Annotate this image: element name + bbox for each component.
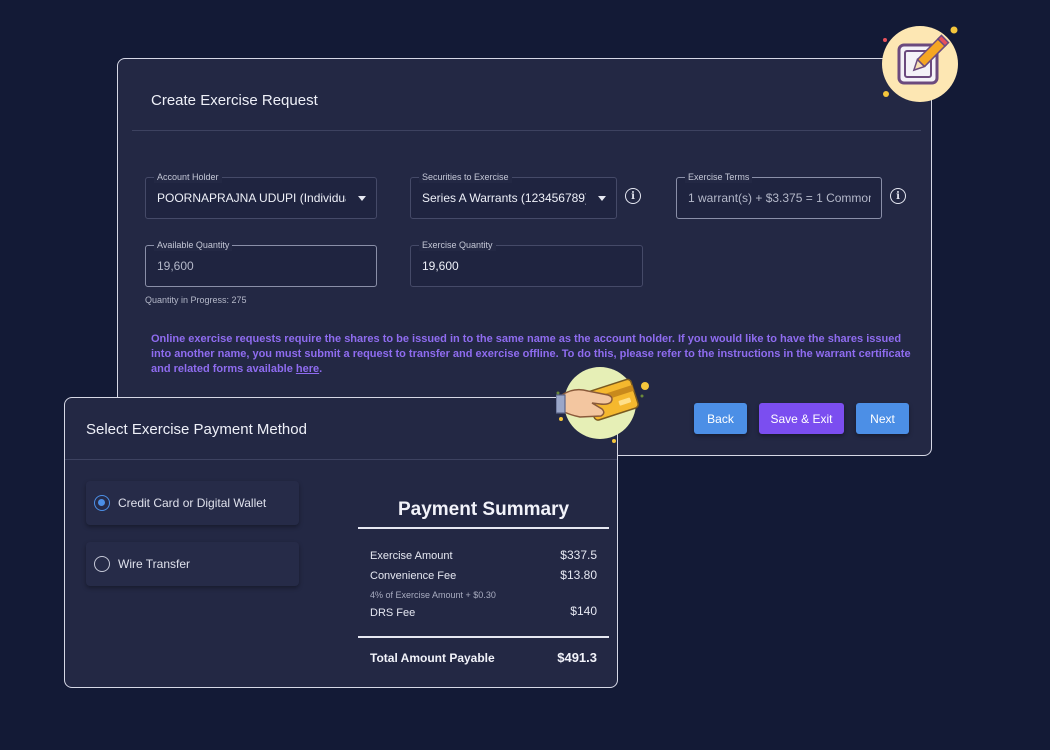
notice-end: . (319, 363, 323, 375)
exercise-amount-label: Exercise Amount (370, 550, 453, 562)
info-icon[interactable]: i (625, 188, 641, 204)
total-amount-label: Total Amount Payable (370, 651, 495, 665)
instructions-link[interactable]: here (296, 363, 319, 375)
exercise-quantity-value: 19,600 (422, 259, 459, 273)
payment-summary-title: Payment Summary (397, 499, 570, 520)
summary-top-divider (358, 527, 609, 529)
convenience-fee-note: 4% of Exercise Amount + $0.30 (370, 590, 496, 600)
chevron-down-icon (358, 196, 366, 201)
offline-exercise-notice: Online exercise requests require the sha… (151, 332, 911, 377)
payment-option-credit-card[interactable]: Credit Card or Digital Wallet (86, 481, 299, 525)
pencil-note-icon (880, 24, 960, 104)
payment-option-wire-transfer[interactable]: Wire Transfer (86, 542, 299, 586)
quantity-in-progress: Quantity in Progress: 275 (145, 295, 247, 305)
save-exit-button[interactable]: Save & Exit (759, 403, 844, 434)
back-button[interactable]: Back (694, 403, 747, 434)
payment-card-title: Select Exercise Payment Method (86, 421, 307, 438)
securities-select[interactable]: Securities to Exercise Series A Warrants… (410, 171, 617, 219)
notice-text: Online exercise requests require the sha… (151, 333, 911, 375)
payment-method-card: Select Exercise Payment Method Credit Ca… (64, 397, 618, 688)
chevron-down-icon (598, 196, 606, 201)
radio-checked-icon[interactable] (94, 495, 110, 511)
header-divider (132, 130, 921, 131)
payment-option-label: Credit Card or Digital Wallet (118, 496, 267, 510)
exercise-quantity-input[interactable]: Exercise Quantity 19,600 (410, 239, 643, 287)
total-amount-value: $491.3 (557, 650, 597, 665)
payment-header-divider (65, 459, 617, 460)
drs-fee-value: $140 (570, 604, 597, 618)
convenience-fee-value: $13.80 (560, 568, 597, 582)
exercise-terms-value: 1 warrant(s) + $3.375 = 1 Common S (688, 191, 871, 205)
payment-option-label: Wire Transfer (118, 557, 191, 571)
available-quantity-value: 19,600 (157, 259, 194, 273)
info-icon[interactable]: i (890, 188, 906, 204)
securities-value: Series A Warrants (123456789) (422, 191, 586, 205)
hand-credit-card-icon (555, 365, 652, 445)
drs-fee-label: DRS Fee (370, 607, 416, 619)
exercise-terms-field[interactable]: Exercise Terms 1 warrant(s) + $3.375 = 1… (676, 171, 882, 219)
exercise-amount-value: $337.5 (560, 548, 597, 562)
available-quantity-field[interactable]: Available Quantity 19,600 (145, 239, 377, 287)
summary-total-divider (358, 636, 609, 638)
next-button[interactable]: Next (856, 403, 909, 434)
account-holder-select[interactable]: Account Holder POORNAPRAJNA UDUPI (Indiv… (145, 171, 377, 219)
radio-unchecked-icon[interactable] (94, 556, 110, 572)
account-holder-value: POORNAPRAJNA UDUPI (Individual) (157, 191, 346, 205)
convenience-fee-label: Convenience Fee (370, 570, 457, 582)
card-title: Create Exercise Request (151, 92, 318, 109)
